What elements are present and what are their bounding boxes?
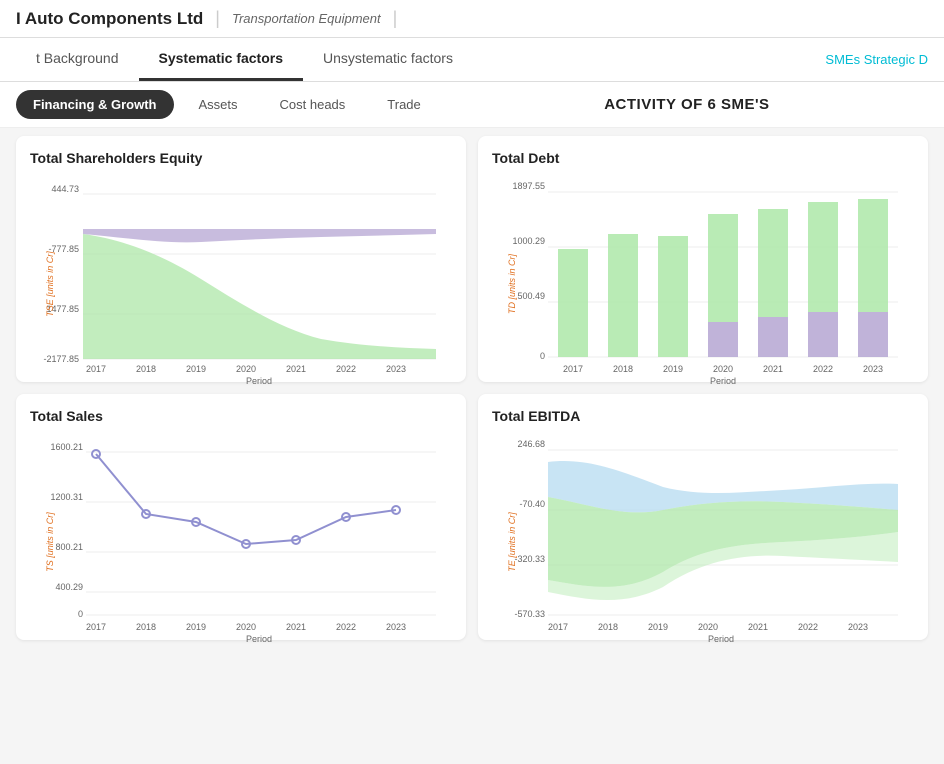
svg-text:246.68: 246.68 [517,439,545,449]
chart-tse-title: Total Shareholders Equity [30,150,452,166]
svg-text:-320.33: -320.33 [514,554,545,564]
svg-text:2023: 2023 [863,364,883,374]
svg-text:2021: 2021 [763,364,783,374]
tab-unsystematic[interactable]: Unsystematic factors [303,38,473,81]
svg-text:2023: 2023 [386,364,406,374]
svg-text:1000.29: 1000.29 [512,236,545,246]
chart-tse-area: 444.73 -777.85 1477.85 -2177.85 TSE [uni… [30,174,452,374]
svg-text:0: 0 [540,351,545,361]
divider2: | [393,8,398,29]
svg-text:2019: 2019 [186,622,206,632]
svg-text:0: 0 [78,609,83,619]
svg-text:TE [units in Cr]: TE [units in Cr] [507,512,517,572]
divider: | [215,8,220,29]
chart-te-title: Total EBITDA [492,408,914,424]
main-content: Total Shareholders Equity 444.73 -777.85… [0,128,944,648]
svg-text:2023: 2023 [386,622,406,632]
svg-text:2019: 2019 [663,364,683,374]
svg-text:2019: 2019 [186,364,206,374]
svg-text:500.49: 500.49 [517,291,545,301]
activity-header: ACTIVITY OF 6 SME'S [604,86,769,117]
svg-text:-570.33: -570.33 [514,609,545,619]
svg-text:2018: 2018 [598,622,618,632]
svg-text:2018: 2018 [136,622,156,632]
svg-text:2022: 2022 [813,364,833,374]
svg-text:2020: 2020 [713,364,733,374]
svg-text:-70.40: -70.40 [519,499,545,509]
svg-text:2017: 2017 [563,364,583,374]
sub-tab-trade[interactable]: Trade [370,90,437,119]
chart-ts-area: 1600.21 1200.31 800.21 400.29 0 TS [unit… [30,432,452,632]
svg-text:800.21: 800.21 [55,542,83,552]
svg-text:2022: 2022 [336,622,356,632]
svg-text:TD [units in Cr]: TD [units in Cr] [507,253,517,314]
sub-tabs-bar: Financing & Growth Assets Cost heads Tra… [0,82,944,128]
svg-text:2018: 2018 [136,364,156,374]
svg-text:2021: 2021 [286,364,306,374]
svg-text:2017: 2017 [86,622,106,632]
svg-text:2021: 2021 [748,622,768,632]
svg-text:2022: 2022 [798,622,818,632]
tabs-bar: t Background Systematic factors Unsystem… [0,38,944,82]
svg-text:400.29: 400.29 [55,582,83,592]
svg-text:2017: 2017 [548,622,568,632]
svg-text:2017: 2017 [86,364,106,374]
svg-text:1200.31: 1200.31 [50,492,83,502]
charts-row-2: Total Sales 1600.21 1200.31 800.21 400.2… [16,394,928,640]
svg-text:1897.55: 1897.55 [512,181,545,191]
chart-te: Total EBITDA 246.68 -70.40 -320.33 -570.… [478,394,928,640]
chart-td-title: Total Debt [492,150,914,166]
sector-label: Transportation Equipment [232,11,381,26]
svg-text:TSE [units in Cr]: TSE [units in Cr] [45,251,55,317]
sub-tab-assets[interactable]: Assets [182,90,255,119]
svg-text:-2177.85: -2177.85 [43,354,79,364]
tab-background[interactable]: t Background [16,38,139,81]
svg-text:2019: 2019 [648,622,668,632]
tab-systematic[interactable]: Systematic factors [139,38,304,81]
charts-row-1: Total Shareholders Equity 444.73 -777.85… [16,136,928,382]
sub-tab-financing[interactable]: Financing & Growth [16,90,174,119]
chart-ts: Total Sales 1600.21 1200.31 800.21 400.2… [16,394,466,640]
svg-text:444.73: 444.73 [51,184,79,194]
chart-tse: Total Shareholders Equity 444.73 -777.85… [16,136,466,382]
svg-text:Period: Period [708,634,734,644]
chart-td-area: 1897.55 1000.29 500.49 0 TD [units in Cr… [492,174,914,374]
sub-tab-costheads[interactable]: Cost heads [263,90,363,119]
svg-text:Period: Period [246,376,272,386]
chart-ts-title: Total Sales [30,408,452,424]
svg-text:2021: 2021 [286,622,306,632]
svg-text:2020: 2020 [698,622,718,632]
svg-text:Period: Period [246,634,272,644]
chart-td: Total Debt 1897.55 1000.29 500.49 0 TD [… [478,136,928,382]
svg-text:2020: 2020 [236,622,256,632]
chart-te-area: 246.68 -70.40 -320.33 -570.33 TE [units … [492,432,914,632]
svg-text:2022: 2022 [336,364,356,374]
svg-text:2020: 2020 [236,364,256,374]
svg-text:Period: Period [710,376,736,386]
svg-text:1600.21: 1600.21 [50,442,83,452]
company-name: I Auto Components Ltd [16,9,203,29]
svg-text:2018: 2018 [613,364,633,374]
svg-text:TS [units in Cr]: TS [units in Cr] [45,512,55,572]
svg-text:2023: 2023 [848,622,868,632]
tab-smes-strategic[interactable]: SMEs Strategic D [825,52,928,67]
